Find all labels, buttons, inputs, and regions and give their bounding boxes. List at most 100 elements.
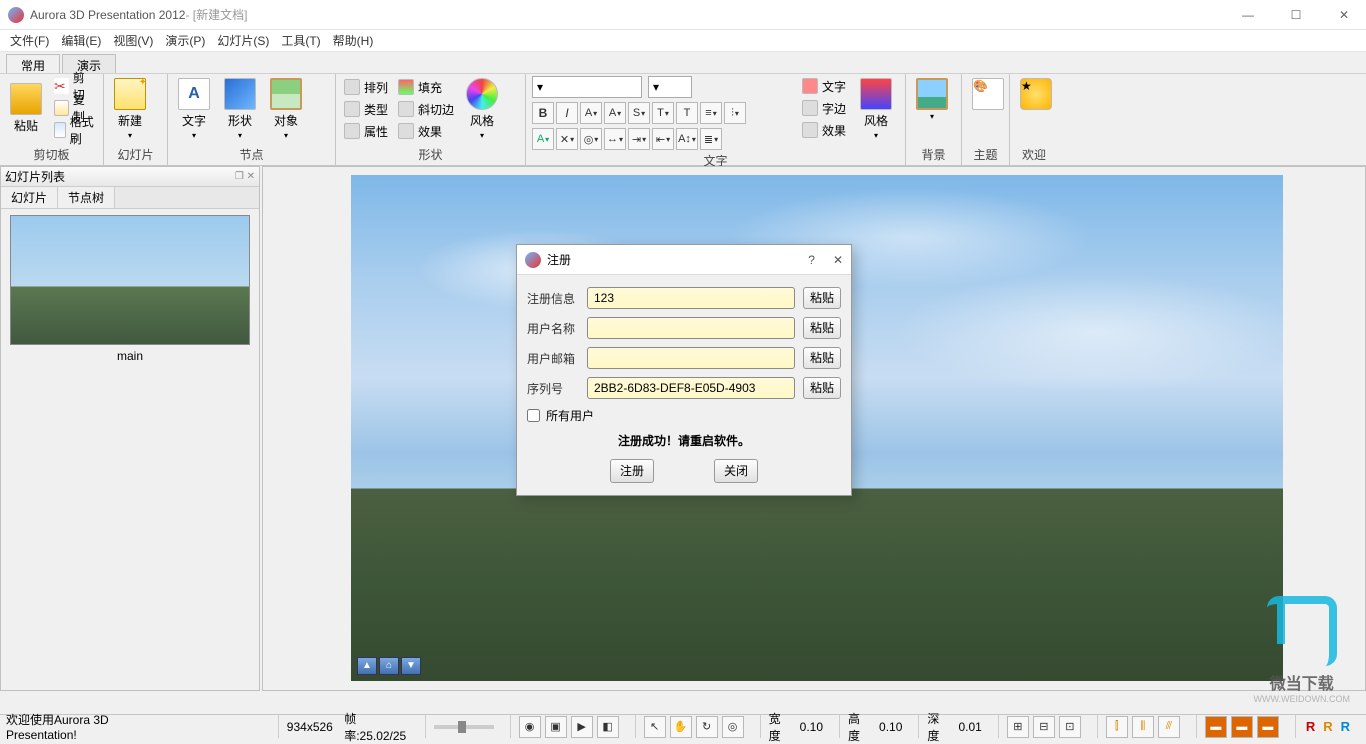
sb-grid2-icon[interactable]: ⊟	[1033, 716, 1055, 738]
menu-help[interactable]: 帮助(H)	[327, 30, 380, 51]
sb-c3-icon[interactable]: ▬	[1257, 716, 1279, 738]
nav-down-icon[interactable]: ▼	[401, 657, 421, 675]
ribbon: 粘贴 剪切 复制 格式刷 剪切板 新建▾ 幻灯片 文字▾ 形状▾ 对象▾ 节点 …	[0, 74, 1366, 166]
reg-serial-input[interactable]	[587, 377, 795, 399]
dialog-close-button[interactable]: ✕	[833, 253, 843, 267]
width-label: 宽度	[769, 710, 789, 744]
dock-tab-tree[interactable]: 节点树	[58, 187, 115, 208]
text-style-button[interactable]: 风格▾	[856, 76, 896, 150]
tab-common[interactable]: 常用	[6, 54, 60, 73]
sb-tool4-icon[interactable]: ◧	[597, 716, 619, 738]
reg-mail-input[interactable]	[587, 347, 795, 369]
sb-tool2-icon[interactable]: ▣	[545, 716, 567, 738]
font-s-button[interactable]: S	[628, 102, 650, 124]
reg-info-input[interactable]	[587, 287, 795, 309]
font-family-combo[interactable]: ▾	[532, 76, 642, 98]
color-a-button[interactable]: A	[532, 128, 554, 150]
sb-r3-icon[interactable]: R	[1341, 719, 1350, 734]
menu-slide[interactable]: 幻灯片(S)	[211, 30, 275, 51]
shape-button[interactable]: 形状▾	[220, 76, 260, 142]
minimize-button[interactable]: —	[1234, 8, 1262, 22]
font-a1-button[interactable]: A	[580, 102, 602, 124]
menu-edit[interactable]: 编辑(E)	[55, 30, 107, 51]
italic-button[interactable]: I	[556, 102, 578, 124]
sb-tool1-icon[interactable]: ◉	[519, 716, 541, 738]
text-effect-button[interactable]: 效果	[800, 120, 848, 140]
register-success-msg: 注册成功！请重启软件。	[527, 432, 841, 449]
bold-button[interactable]: B	[532, 102, 554, 124]
maximize-button[interactable]: ☐	[1282, 8, 1310, 22]
welcome-button[interactable]: ★	[1016, 76, 1056, 112]
menu-file[interactable]: 文件(F)	[4, 30, 55, 51]
menu-bar: 文件(F) 编辑(E) 视图(V) 演示(P) 幻灯片(S) 工具(T) 帮助(…	[0, 30, 1366, 52]
text-button[interactable]: 文字▾	[174, 76, 214, 142]
menu-tools[interactable]: 工具(T)	[275, 30, 326, 51]
fx-x-button[interactable]: ✕	[556, 128, 578, 150]
paste-user-button[interactable]: 粘贴	[803, 317, 841, 339]
all-users-checkbox[interactable]	[527, 409, 540, 422]
sb-rotate-icon[interactable]: ↻	[696, 716, 718, 738]
list-button[interactable]: ≣	[700, 128, 722, 150]
sb-target-icon[interactable]: ◎	[722, 716, 744, 738]
dock-float-icon[interactable]: ❐ ✕	[235, 171, 255, 182]
font-size-combo[interactable]: ▾	[648, 76, 692, 98]
sb-c1-icon[interactable]: ▬	[1205, 716, 1227, 738]
nav-home-icon[interactable]: ⌂	[379, 657, 399, 675]
shape-style-button[interactable]: 风格▾	[462, 76, 502, 142]
paste-mail-button[interactable]: 粘贴	[803, 347, 841, 369]
prop-button[interactable]: 属性	[342, 121, 390, 141]
sb-r1-icon[interactable]: R	[1306, 719, 1315, 734]
indent2-button[interactable]: ⇤	[652, 128, 674, 150]
font-t1-button[interactable]: T	[652, 102, 674, 124]
depth-value: 0.01	[958, 720, 981, 734]
sb-align3-icon[interactable]: ⫻	[1158, 716, 1180, 738]
zoom-slider[interactable]	[434, 725, 494, 729]
sb-grid3-icon[interactable]: ⊡	[1059, 716, 1081, 738]
group-clipboard-label: 剪切板	[6, 144, 97, 163]
slide-thumbnail[interactable]: main	[10, 215, 250, 367]
sb-r2-icon[interactable]: R	[1323, 719, 1332, 734]
text-text-button[interactable]: 文字	[800, 76, 848, 96]
close-dialog-button[interactable]: 关闭	[714, 459, 758, 483]
valign-button[interactable]: ⫶	[724, 102, 746, 124]
fx-o-button[interactable]: ◎	[580, 128, 602, 150]
theme-button[interactable]: 🎨	[968, 76, 1008, 112]
register-button[interactable]: 注册	[610, 459, 654, 483]
sb-grid1-icon[interactable]: ⊞	[1007, 716, 1029, 738]
close-button[interactable]: ✕	[1330, 8, 1358, 22]
bevel-button[interactable]: 斜切边	[396, 99, 456, 119]
type-button[interactable]: 类型	[342, 99, 390, 119]
sb-tool3-icon[interactable]: ▶	[571, 716, 593, 738]
paste-button[interactable]: 粘贴	[6, 81, 46, 136]
nav-up-icon[interactable]: ▲	[357, 657, 377, 675]
sb-align2-icon[interactable]: ⫼	[1132, 716, 1154, 738]
paste-info-button[interactable]: 粘贴	[803, 287, 841, 309]
sb-align1-icon[interactable]: ⫿	[1106, 716, 1128, 738]
fill-button[interactable]: 填充	[396, 77, 456, 97]
text-border-button[interactable]: 字边	[800, 98, 848, 118]
lineheight-button[interactable]: A↕	[676, 128, 698, 150]
reg-user-input[interactable]	[587, 317, 795, 339]
background-button[interactable]: ▾	[912, 76, 952, 123]
sb-cursor-icon[interactable]: ↖	[644, 716, 666, 738]
sb-c2-icon[interactable]: ▬	[1231, 716, 1253, 738]
menu-view[interactable]: 视图(V)	[107, 30, 159, 51]
menu-present[interactable]: 演示(P)	[159, 30, 211, 51]
app-logo-icon	[8, 7, 24, 23]
font-a2-button[interactable]: A	[604, 102, 626, 124]
align-button[interactable]: ≡	[700, 102, 722, 124]
shape-effect-button[interactable]: 效果	[396, 121, 456, 141]
dock-tab-slides[interactable]: 幻灯片	[1, 187, 58, 208]
font-t2-button[interactable]: T	[676, 102, 698, 124]
dialog-help-button[interactable]: ?	[808, 253, 815, 267]
new-slide-button[interactable]: 新建▾	[110, 76, 150, 142]
depth-label: 深度	[927, 710, 947, 744]
sb-hand-icon[interactable]: ✋	[670, 716, 692, 738]
paste-serial-button[interactable]: 粘贴	[803, 377, 841, 399]
group-welcome-label: 欢迎	[1016, 144, 1052, 163]
indent-button[interactable]: ⇥	[628, 128, 650, 150]
arrange-button[interactable]: 排列	[342, 77, 390, 97]
spacing-button[interactable]: ↔	[604, 128, 626, 150]
object-button[interactable]: 对象▾	[266, 76, 306, 142]
format-brush-button[interactable]: 格式刷	[52, 120, 97, 140]
